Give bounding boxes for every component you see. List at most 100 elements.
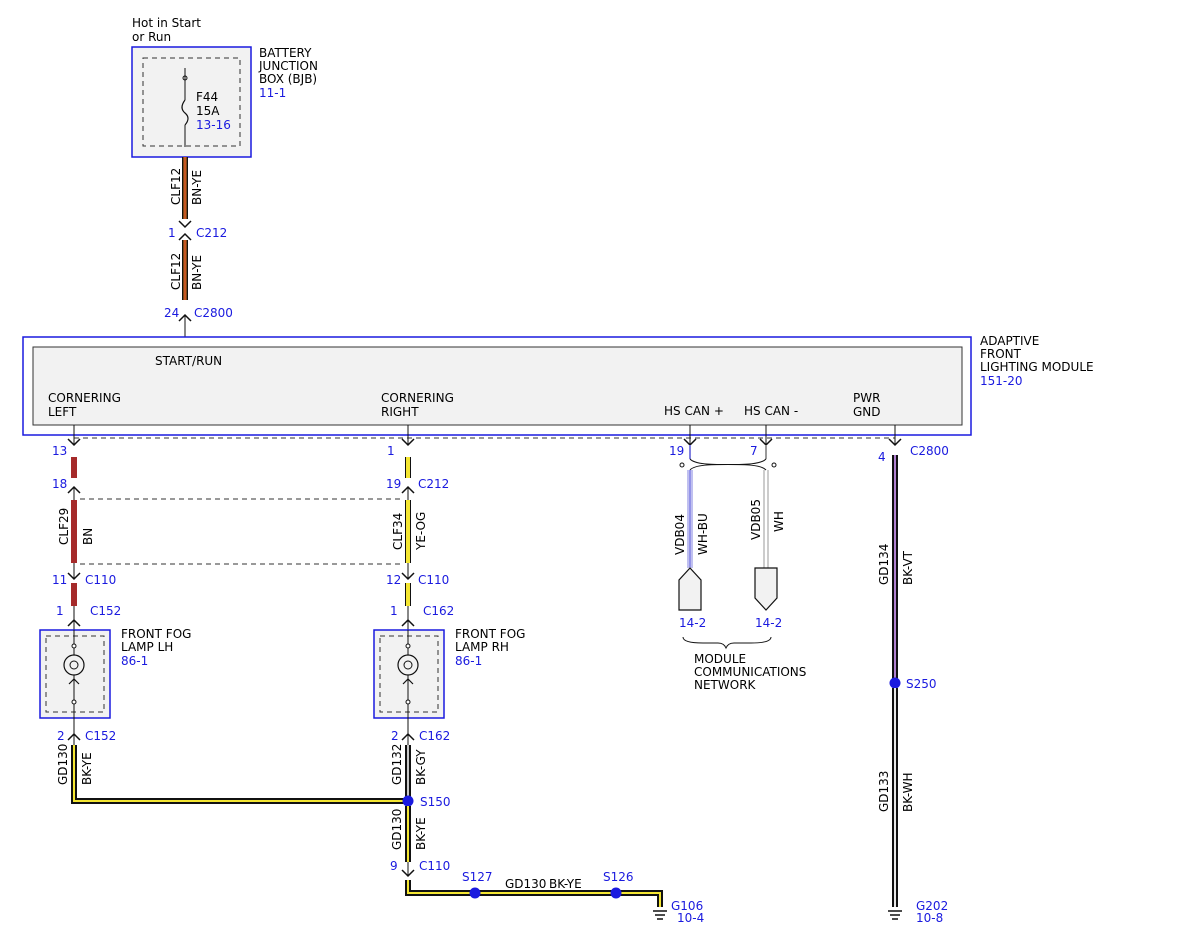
clf29-circuit: CLF29 xyxy=(57,508,71,545)
c212-label: C212 xyxy=(196,226,227,240)
gd132-color: BK-GY xyxy=(414,749,428,785)
clf34-circuit: CLF34 xyxy=(391,513,405,550)
right-c212: C212 xyxy=(418,477,449,491)
right-c110-b: C110 xyxy=(419,859,450,873)
gd133-circuit: GD133 xyxy=(877,771,891,812)
network-line-1: MODULE xyxy=(694,652,746,666)
clf12-upper-circuit: CLF12 xyxy=(169,168,183,205)
right-pin-19: 19 xyxy=(386,477,401,491)
cornering-left-line-1: CORNERING xyxy=(48,391,121,405)
g106-ref: 10-4 xyxy=(677,911,704,925)
left-pin-1: 1 xyxy=(56,604,64,618)
can-plus-ref: 14-2 xyxy=(679,616,706,630)
lamp-rh-name-line-1: FRONT FOG xyxy=(455,627,525,641)
can-minus-ref: 14-2 xyxy=(755,616,782,630)
s127-label: S127 xyxy=(462,870,493,884)
left-branch: 13 18 CLF29 BN 11 C110 1 C152 xyxy=(52,425,121,630)
right-pin-12: 12 xyxy=(386,573,401,587)
gnd-pin-4: 4 xyxy=(878,450,886,464)
gd134-circuit: GD134 xyxy=(877,544,891,585)
gd134-color: BK-VT xyxy=(901,550,915,585)
left-pin-11: 11 xyxy=(52,573,67,587)
left-c152: C152 xyxy=(90,604,121,618)
right-c110: C110 xyxy=(418,573,449,587)
gd130-bottom-circuit: GD130 xyxy=(505,877,546,891)
clf29-color: BN xyxy=(81,528,95,545)
gd132-circuit: GD132 xyxy=(390,744,404,785)
vdb04-circuit: VDB04 xyxy=(673,514,687,555)
g202-ref: 10-8 xyxy=(916,911,943,925)
right-pin-1b: 1 xyxy=(390,604,398,618)
battery-junction-box: F44 15A 13-16 xyxy=(131,46,252,158)
hs-can-plus-label: HS CAN + xyxy=(664,404,724,418)
network-line-2: COMMUNICATIONS xyxy=(694,665,806,679)
clf12-lower-circuit: CLF12 xyxy=(169,253,183,290)
lamp-rh-terminal-bottom xyxy=(405,699,411,705)
pwr-gnd-line-1: PWR xyxy=(853,391,880,405)
c212-arrow-up-icon xyxy=(178,232,192,241)
can-plus-off-page-icon xyxy=(678,567,702,611)
lamp-lh-label: FRONT FOG LAMP LH 86-1 xyxy=(121,627,191,668)
splice-s250 xyxy=(889,677,901,689)
wire-vdb05 xyxy=(763,470,769,568)
pwr-gnd-line-2: GND xyxy=(853,405,881,419)
c2800-top-label: C2800 xyxy=(194,306,233,320)
fuse-label: F44 xyxy=(196,90,218,104)
right-pin-1: 1 xyxy=(387,444,395,458)
cornering-right-line-1: CORNERING xyxy=(381,391,454,405)
module-label: ADAPTIVE FRONT LIGHTING MODULE 151-20 xyxy=(980,334,1094,388)
supply-note-line-2: or Run xyxy=(132,30,171,44)
lamp-rh-label: FRONT FOG LAMP RH 86-1 xyxy=(455,627,525,668)
network-brace-icon xyxy=(682,636,772,650)
left-pin-18: 18 xyxy=(52,477,67,491)
lamp-lh-ref: 86-1 xyxy=(121,654,148,668)
lamp-rh-name-line-2: LAMP RH xyxy=(455,640,509,654)
cornering-right-line-2: RIGHT xyxy=(381,405,419,419)
bjb-name-line-1: BATTERY xyxy=(259,46,312,60)
lamp-lh-bulb-icon xyxy=(63,654,85,676)
can-minus-off-page-icon xyxy=(754,567,778,611)
left-pin-2: 2 xyxy=(57,729,65,743)
lamp-lh-name-line-1: FRONT FOG xyxy=(121,627,191,641)
splice-s150 xyxy=(402,795,414,807)
vdb05-circuit: VDB05 xyxy=(749,499,763,540)
c2800-top-pin: 24 xyxy=(164,306,179,320)
module-name-line-2: FRONT xyxy=(980,347,1022,361)
clf34-color: YE-OG xyxy=(414,512,428,551)
cornering-left-line-2: LEFT xyxy=(48,405,77,419)
lamp-rh-terminal-top xyxy=(405,643,411,649)
left-c110: C110 xyxy=(85,573,116,587)
module-name-line-1: ADAPTIVE xyxy=(980,334,1039,348)
supply-note: Hot in Start or Run xyxy=(132,16,201,44)
bjb-ref: 11-1 xyxy=(259,86,286,100)
c2800-bottom-label: C2800 xyxy=(910,444,949,458)
lamp-lh-terminal-bottom xyxy=(71,699,77,705)
splice-s127 xyxy=(469,887,481,899)
c212-pin: 1 xyxy=(168,226,176,240)
wiring-diagram: Hot in Start or Run F44 15A 13-16 BATTER… xyxy=(22,16,1094,925)
hs-can-branch: 19 7 VDB04 WH-BU VDB05 WH 14-2 14-2 MODU… xyxy=(669,425,806,692)
ground-g106-icon xyxy=(653,910,667,920)
wire-gd130-left xyxy=(71,745,408,804)
bjb-name-line-3: BOX (BJB) xyxy=(259,72,317,86)
vdb05-color: WH xyxy=(772,511,786,532)
supply-note-line-1: Hot in Start xyxy=(132,16,201,30)
lamp-lh-terminal-top xyxy=(71,643,77,649)
left-c152-b: C152 xyxy=(85,729,116,743)
hs-can-minus-label: HS CAN - xyxy=(744,404,798,418)
front-fog-lamp-lh xyxy=(39,629,111,719)
bjb-label: BATTERY JUNCTION BOX (BJB) 11-1 xyxy=(258,46,318,100)
can-pin-19: 19 xyxy=(669,444,684,458)
fuse-rating: 15A xyxy=(196,104,220,118)
s150-label: S150 xyxy=(420,795,451,809)
bjb-name-line-2: JUNCTION xyxy=(258,59,318,73)
left-pin-13: 13 xyxy=(52,444,67,458)
c212-arrow-icon xyxy=(178,220,192,229)
right-branch: 1 19 C212 CLF34 YE-OG 12 C110 1 C162 xyxy=(386,425,454,630)
clf12-upper-color: BN-YE xyxy=(190,170,204,205)
bjb-outline xyxy=(131,46,252,158)
fuse-ref: 13-16 xyxy=(196,118,231,132)
gd130-bottom-color: BK-YE xyxy=(549,877,582,891)
wire-vdb04 xyxy=(687,470,693,568)
clf12-lower-color: BN-YE xyxy=(190,255,204,290)
